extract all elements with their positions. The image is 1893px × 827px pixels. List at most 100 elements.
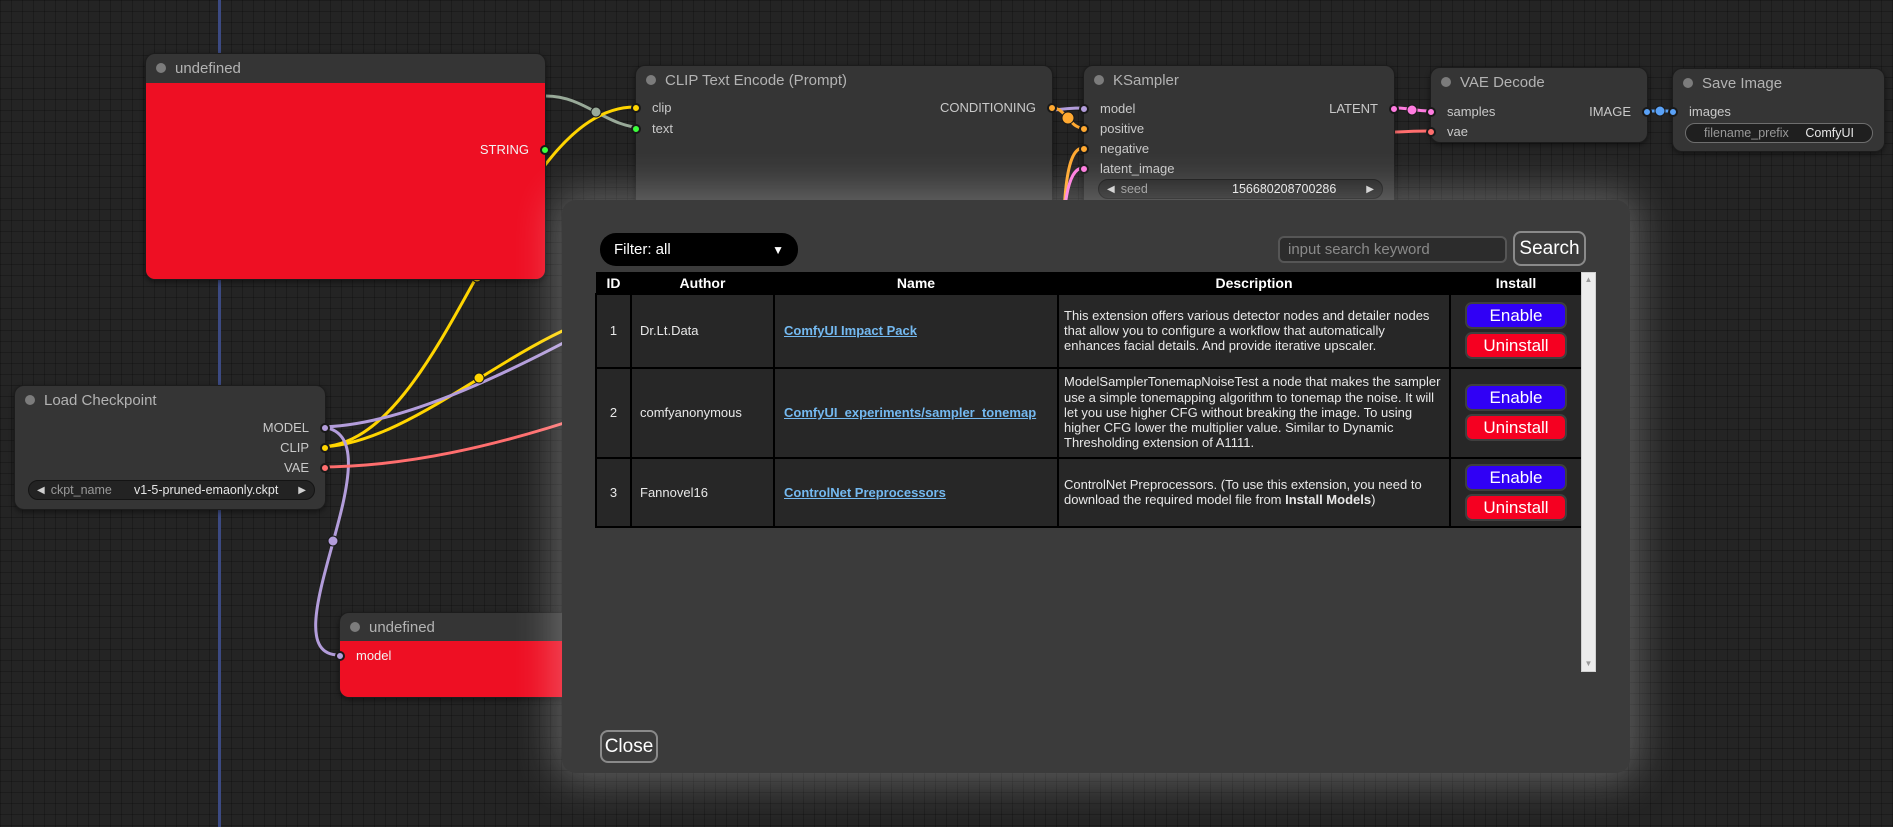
seed-label: seed — [1121, 182, 1148, 196]
input-label-text: text — [652, 121, 673, 136]
cell-description: ControlNet Preprocessors. (To use this e… — [1058, 458, 1450, 527]
model-input-port[interactable] — [1079, 104, 1089, 114]
output-label-latent: LATENT — [1329, 101, 1378, 116]
node-title: undefined — [369, 619, 435, 636]
ckpt-next-icon[interactable]: ▶ — [298, 485, 306, 496]
output-label-vae: VAE — [284, 460, 309, 475]
collapse-dot-icon[interactable] — [646, 75, 656, 85]
error-node-body — [146, 83, 545, 279]
input-label-negative: negative — [1100, 141, 1149, 156]
header-author: Author — [631, 273, 774, 294]
wire-midpoint-dot — [474, 373, 484, 383]
samples-input-port[interactable] — [1426, 107, 1436, 117]
node-ksampler[interactable]: KSampler model positive negative latent_… — [1083, 65, 1395, 207]
seed-decrement-icon[interactable]: ◀ — [1107, 184, 1115, 195]
collapse-dot-icon[interactable] — [350, 622, 360, 632]
positive-input-port[interactable] — [1079, 124, 1089, 134]
input-label-images: images — [1689, 104, 1731, 119]
conditioning-output-port[interactable] — [1047, 103, 1057, 113]
negative-input-port[interactable] — [1079, 144, 1089, 154]
header-description: Description — [1058, 273, 1450, 294]
extension-link[interactable]: ComfyUI Impact Pack — [784, 323, 917, 338]
wire-midpoint-dot — [328, 536, 338, 546]
input-label-samples: samples — [1447, 104, 1495, 119]
collapse-dot-icon[interactable] — [1683, 78, 1693, 88]
collapse-dot-icon[interactable] — [156, 63, 166, 73]
extension-link[interactable]: ComfyUI_experiments/sampler_tonemap — [784, 405, 1036, 420]
wire-midpoint-dot — [1655, 106, 1665, 116]
node-vae-decode[interactable]: VAE Decode samples vae IMAGE — [1430, 67, 1648, 143]
node-title: KSampler — [1113, 72, 1179, 89]
node-title: CLIP Text Encode (Prompt) — [665, 72, 847, 89]
node-title: Load Checkpoint — [44, 392, 157, 409]
cell-author: comfyanonymous — [631, 368, 774, 458]
enable-button[interactable]: Enable — [1465, 464, 1567, 491]
input-label-model: model — [1100, 101, 1135, 116]
uninstall-button[interactable]: Uninstall — [1465, 414, 1567, 441]
scroll-up-icon[interactable]: ▲ — [1582, 274, 1595, 286]
uninstall-button[interactable]: Uninstall — [1465, 332, 1567, 359]
text-input-port[interactable] — [631, 124, 641, 134]
model-input-port[interactable] — [335, 651, 345, 661]
search-button[interactable]: Search — [1513, 231, 1586, 266]
filename-prefix-label: filename_prefix — [1704, 126, 1789, 140]
header-id: ID — [596, 273, 631, 294]
cell-description: This extension offers various detector n… — [1058, 294, 1450, 368]
seed-value: 156680208700286 — [1232, 182, 1336, 196]
uninstall-button[interactable]: Uninstall — [1465, 494, 1567, 521]
output-label-image: IMAGE — [1589, 104, 1631, 119]
header-name: Name — [774, 273, 1058, 294]
node-load-checkpoint[interactable]: Load Checkpoint MODEL CLIP VAE ◀ ckpt_na… — [14, 385, 326, 510]
node-title: Save Image — [1702, 75, 1782, 92]
filename-prefix-widget[interactable]: filename_prefix ComfyUI — [1685, 123, 1873, 143]
input-label-vae: vae — [1447, 124, 1468, 139]
node-title-bar: Load Checkpoint — [15, 386, 325, 414]
output-label-conditioning: CONDITIONING — [940, 100, 1036, 115]
node-clip-text-encode[interactable]: CLIP Text Encode (Prompt) clip text COND… — [635, 65, 1053, 210]
wire-midpoint-dot — [1407, 105, 1417, 115]
collapse-dot-icon[interactable] — [25, 395, 35, 405]
chevron-down-icon: ▼ — [772, 243, 784, 257]
close-button[interactable]: Close — [600, 730, 658, 763]
filename-prefix-value: ComfyUI — [1805, 126, 1854, 140]
collapse-dot-icon[interactable] — [1441, 77, 1451, 87]
extension-manager-dialog: Filter: all ▼ Search ID Author Name Desc… — [562, 200, 1630, 773]
header-install: Install — [1450, 273, 1582, 294]
input-label-latent-image: latent_image — [1100, 161, 1174, 176]
enable-button[interactable]: Enable — [1465, 302, 1567, 329]
extension-table-container: ID Author Name Description Install 1 Dr.… — [595, 272, 1598, 672]
ckpt-prev-icon[interactable]: ◀ — [37, 485, 45, 496]
collapse-dot-icon[interactable] — [1094, 75, 1104, 85]
string-output-port[interactable] — [540, 145, 550, 155]
output-label-model: MODEL — [263, 420, 309, 435]
output-label-string: STRING — [480, 142, 529, 157]
extension-table: ID Author Name Description Install 1 Dr.… — [595, 272, 1583, 528]
ckpt-name-widget[interactable]: ◀ ckpt_name v1-5-pruned-emaonly.ckpt ▶ — [28, 480, 315, 500]
output-label-clip: CLIP — [280, 440, 309, 455]
latent-output-port[interactable] — [1389, 104, 1399, 114]
search-input[interactable] — [1278, 236, 1507, 263]
image-output-port[interactable] — [1642, 107, 1652, 117]
node-save-image[interactable]: Save Image images filename_prefix ComfyU… — [1672, 68, 1885, 152]
extension-link[interactable]: ControlNet Preprocessors — [784, 485, 946, 500]
filter-select[interactable]: Filter: all ▼ — [600, 233, 798, 266]
node-undefined-top[interactable]: undefined STRING — [145, 53, 546, 280]
scroll-down-icon[interactable]: ▼ — [1582, 658, 1595, 670]
cell-id: 3 — [596, 458, 631, 527]
enable-button[interactable]: Enable — [1465, 384, 1567, 411]
clip-input-port[interactable] — [631, 103, 641, 113]
cell-author: Dr.Lt.Data — [631, 294, 774, 368]
images-input-port[interactable] — [1668, 107, 1678, 117]
table-header-row: ID Author Name Description Install — [596, 273, 1582, 294]
latent-image-input-port[interactable] — [1079, 164, 1089, 174]
clip-output-port[interactable] — [320, 443, 330, 453]
vae-input-port[interactable] — [1426, 127, 1436, 137]
input-label-model: model — [356, 648, 391, 663]
table-row: 3 Fannovel16 ControlNet Preprocessors Co… — [596, 458, 1582, 527]
seed-increment-icon[interactable]: ▶ — [1366, 184, 1374, 195]
input-label-clip: clip — [652, 100, 672, 115]
vae-output-port[interactable] — [320, 463, 330, 473]
table-scrollbar[interactable]: ▲ ▼ — [1581, 272, 1596, 672]
model-output-port[interactable] — [320, 423, 330, 433]
seed-widget[interactable]: ◀ seed 156680208700286 ▶ — [1098, 179, 1383, 199]
